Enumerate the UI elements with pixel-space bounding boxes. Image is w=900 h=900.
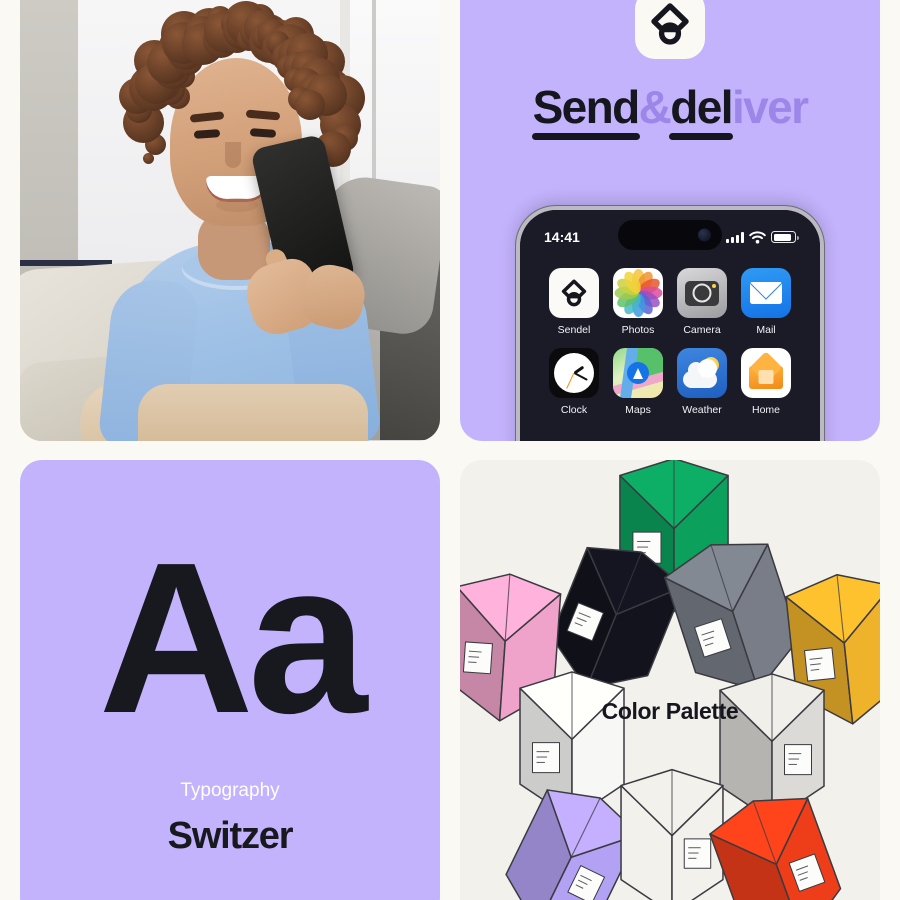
phone-mockup: 14:41 Sendel Photos Camera Mail Clock Ma… [516,206,824,441]
camera-app-icon [677,268,727,318]
headline-word-del: del [669,81,734,140]
headline-word-iver: iver [731,81,809,133]
lifestyle-photo-panel [20,0,440,441]
home-app-icon [741,348,791,398]
envelope-glyph [750,282,782,304]
app-label: Photos [621,324,655,336]
app-label: Clock [560,404,588,416]
house-glyph [749,357,783,389]
headline-ampersand: & [638,81,672,133]
color-palette-panel: Color Palette [460,460,880,900]
palette-title: Color Palette [601,698,739,724]
front-camera-icon [698,228,711,242]
palette-boxes [460,460,880,900]
headline-word-send: Send [531,81,640,140]
status-indicators [726,230,799,244]
typography-panel: Aa Typography Switzer [20,460,440,900]
cellular-bars-icon [726,231,744,243]
app-mail[interactable]: Mail [734,268,798,336]
mail-app-icon [741,268,791,318]
palette-box-7C818B [664,543,800,692]
cloud-icon [683,359,717,388]
app-weather[interactable]: Weather [670,348,734,416]
type-label: Typography [180,780,280,801]
promo-panel: Send & deliver 14:41 Sendel Photos Camer… [460,0,880,441]
battery-full-icon [771,231,799,243]
camera-glyph [685,280,719,306]
dynamic-island [618,220,722,250]
app-sendel[interactable]: Sendel [542,268,606,336]
palette-box-F5401A [709,797,842,900]
type-font-name: Switzer [167,815,294,857]
photo-trousers [138,384,368,441]
clock-app-icon [549,348,599,398]
clock-face [554,353,594,393]
app-label: Weather [682,404,722,416]
weather-app-icon [677,348,727,398]
brand-board: Send & deliver 14:41 Sendel Photos Camer… [0,0,900,900]
app-label: Camera [683,324,721,336]
promo-headline: Send & deliver [460,81,880,140]
photo-illustration [20,0,440,441]
status-time: 14:41 [544,229,580,245]
house-door [758,370,774,384]
app-home[interactable]: Home [734,348,798,416]
app-maps[interactable]: Maps [606,348,670,416]
app-label: Mail [756,324,776,336]
photos-app-icon [613,268,663,318]
app-photos[interactable]: Photos [606,268,670,336]
photos-pinwheel [613,268,663,318]
palette-box-F2F1EC [620,768,724,900]
palette-box-B9A6FB [505,789,640,900]
wifi-icon [749,230,766,243]
phone-screen: 14:41 Sendel Photos Camera Mail Clock Ma… [520,210,820,441]
app-clock[interactable]: Clock [542,348,606,416]
sendel-logo-icon [651,3,689,45]
maps-app-icon [613,348,663,398]
app-label: Home [751,404,780,416]
sendel-app-icon [549,268,599,318]
app-camera[interactable]: Camera [670,268,734,336]
phone-app-grid: Sendel Photos Camera Mail Clock Maps Wea… [520,268,820,416]
app-label: Sendel [557,324,591,336]
sendel-logo-badge [635,0,705,59]
app-label: Maps [625,404,651,416]
maps-location-arrow-icon [627,362,649,384]
type-specimen: Aa [98,517,368,758]
